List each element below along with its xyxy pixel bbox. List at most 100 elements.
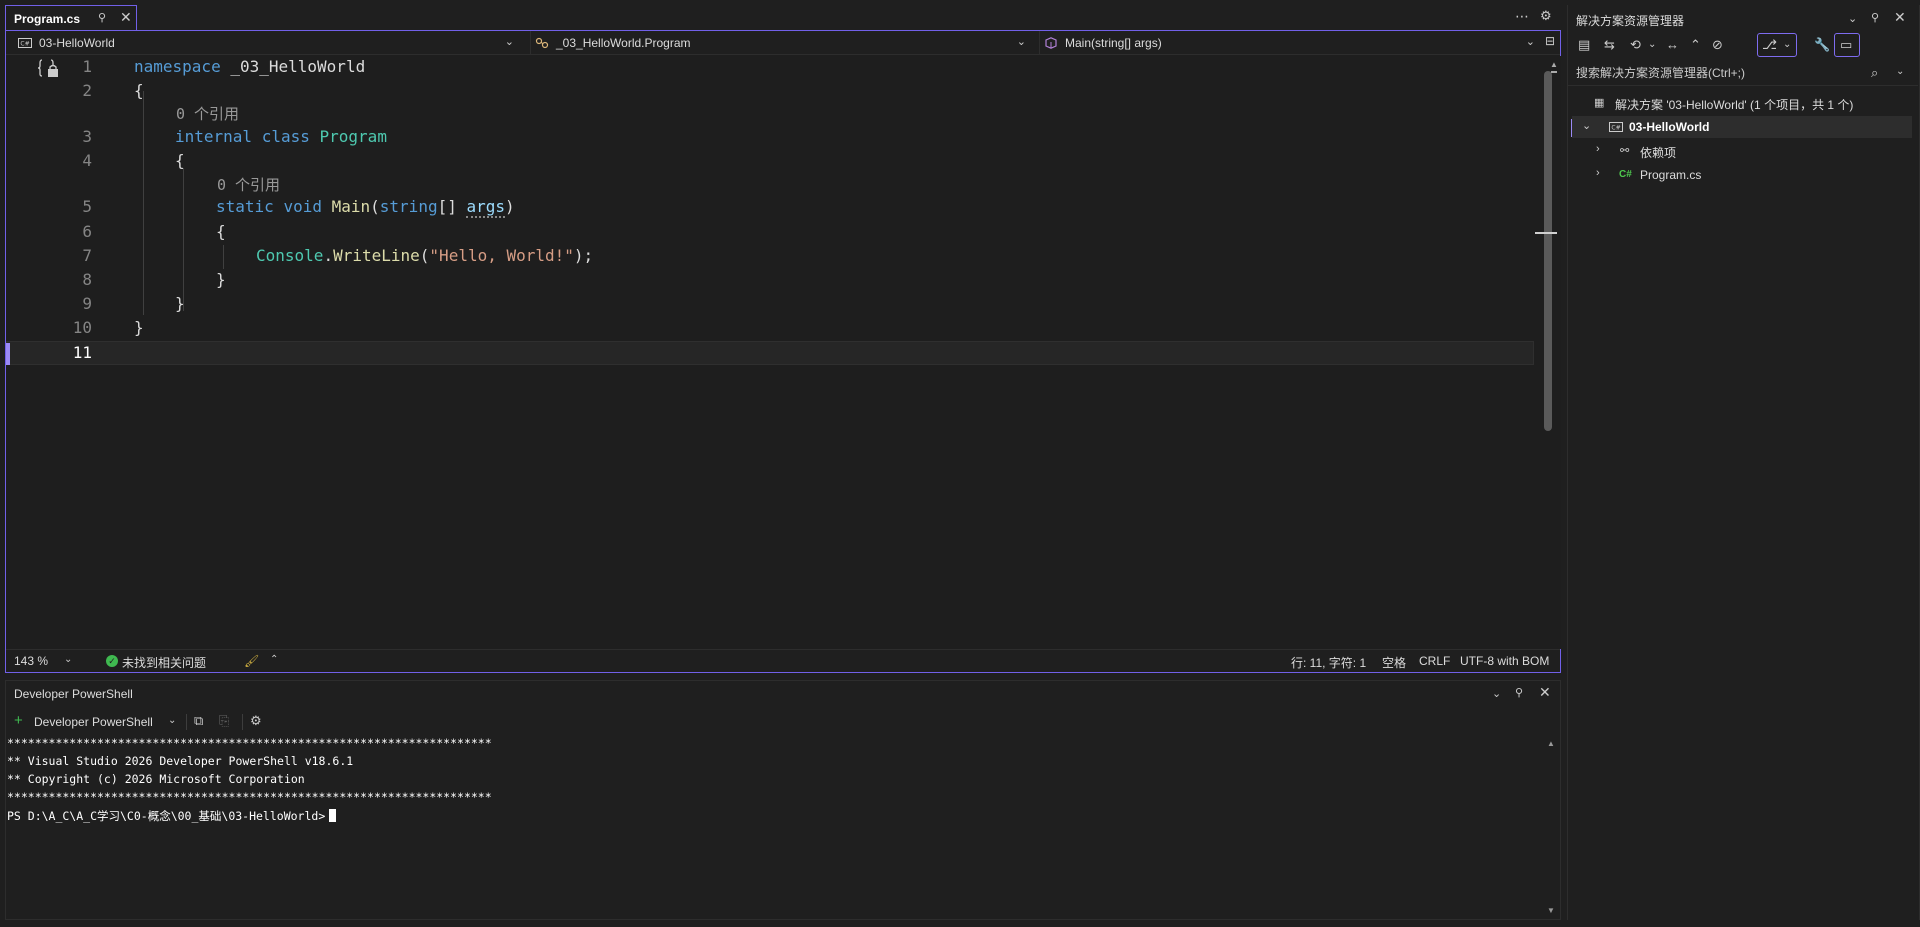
search-icon[interactable]: ⌕ xyxy=(1871,65,1878,81)
svg-text:C#: C# xyxy=(1611,125,1620,132)
check-circle-icon: ✓ xyxy=(106,655,118,667)
terminal-line: ****************************************… xyxy=(7,736,492,750)
file-encoding[interactable]: UTF-8 with BOM xyxy=(1460,654,1549,668)
solution-explorer-search: ⌕ ⌄ xyxy=(1568,61,1918,86)
chevron-down-icon[interactable]: ⌄ xyxy=(64,654,72,665)
csharp-file-icon: C# xyxy=(1619,169,1632,180)
indent-guide xyxy=(223,245,224,269)
tree-item-project[interactable]: ⌄ C# 03-HelloWorld xyxy=(1572,116,1912,138)
scroll-up-arrow-icon[interactable]: ▲ xyxy=(1547,739,1555,748)
terminal-line: ****************************************… xyxy=(7,790,492,804)
chevron-down-icon: ⌄ xyxy=(504,36,514,48)
switch-views-icon[interactable]: ▤ xyxy=(1578,37,1590,53)
expand-icon[interactable]: ↔ xyxy=(1666,37,1679,52)
terminal-prompt-line: PS D:\A_C\A_C学习\C0-概念\00_基础\03-HelloWorl… xyxy=(7,808,337,824)
sync-with-document-icon[interactable]: ⇆ xyxy=(1604,37,1615,53)
keyword: void xyxy=(283,197,322,216)
chevron-up-icon[interactable]: ⌃ xyxy=(270,654,278,665)
class-dropdown[interactable]: _03_HelloWorld.Program ⌄ xyxy=(530,31,1032,55)
line-ending[interactable]: CRLF xyxy=(1419,654,1450,668)
csharp-project-icon: C# xyxy=(1609,122,1623,132)
tree-item-label: 依赖项 xyxy=(1640,146,1677,160)
csharp-project-icon: C# xyxy=(18,38,32,48)
zoom-level[interactable]: 143 % xyxy=(14,654,48,668)
terminal-output[interactable]: ****************************************… xyxy=(6,734,1546,919)
codelens-references[interactable]: 0 个引用 xyxy=(217,174,280,195)
chevron-down-icon[interactable]: ⌄ xyxy=(1492,687,1501,700)
change-marker xyxy=(6,343,10,365)
chevron-right-icon[interactable]: › xyxy=(1596,143,1600,155)
toolbar-separator xyxy=(242,714,243,730)
indent-guide xyxy=(183,168,184,311)
filter-icon: ⎇ xyxy=(1762,37,1777,52)
tree-item-program-cs[interactable]: › C# Program.cs xyxy=(1572,164,1912,186)
pending-changes-icon[interactable]: ⟲ xyxy=(1630,37,1641,53)
code-line-8: } xyxy=(216,270,226,289)
search-input[interactable] xyxy=(1576,65,1876,81)
tree-item-label: Program.cs xyxy=(1640,168,1702,182)
split-window-icon[interactable]: ⊟ xyxy=(1545,34,1555,48)
filter-toggle[interactable]: ⎇ ⌄ xyxy=(1757,33,1797,57)
cursor-position[interactable]: 行: 11, 字符: 1 xyxy=(1291,654,1366,671)
keyword: static xyxy=(216,197,274,216)
show-all-files-icon[interactable]: ⊘ xyxy=(1712,37,1723,53)
code-line-4: { xyxy=(175,151,185,170)
more-options-icon[interactable]: ⋯ xyxy=(1515,8,1530,25)
keyword: namespace xyxy=(134,57,221,76)
add-terminal-icon[interactable]: + xyxy=(14,712,23,729)
tree-item-label: 解决方案 '03-HelloWorld' (1 个项目，共 1 个) xyxy=(1615,98,1854,112)
paste-icon[interactable]: ⎘ xyxy=(219,713,229,729)
chevron-down-icon: ⌄ xyxy=(1525,36,1535,48)
code-line-10: } xyxy=(134,318,144,337)
code-line-2: { xyxy=(134,81,144,100)
code-line-5: static void Main(string[] args) xyxy=(216,197,515,218)
issues-status[interactable]: 未找到相关问题 xyxy=(122,654,206,671)
keyword: string xyxy=(379,197,438,216)
tab-program-cs[interactable]: Program.cs ⚲ ✕ xyxy=(5,5,137,31)
preview-toggle[interactable]: ▭ xyxy=(1834,33,1860,57)
terminal-line: ** Visual Studio 2026 Developer PowerShe… xyxy=(7,754,354,768)
method-icon xyxy=(1045,37,1057,49)
readonly-lock-icon xyxy=(38,59,58,77)
parameter-name: args xyxy=(466,197,506,218)
codelens-references[interactable]: 0 个引用 xyxy=(176,103,239,124)
line-number: 7 xyxy=(82,246,92,265)
type-name: Console xyxy=(256,246,324,265)
chevron-down-icon[interactable]: ⌄ xyxy=(1582,119,1591,132)
properties-wrench-icon[interactable]: 🔧 xyxy=(1814,37,1830,53)
whitespace-mode[interactable]: 空格 xyxy=(1382,654,1406,671)
tree-item-solution[interactable]: ▦ 解决方案 '03-HelloWorld' (1 个项目，共 1 个) xyxy=(1572,92,1912,114)
tree-item-dependencies[interactable]: › ⚯ 依赖项 xyxy=(1572,140,1912,162)
code-cleanup-brush-icon[interactable]: 🖌 xyxy=(244,654,259,668)
project-dropdown[interactable]: C# 03-HelloWorld ⌄ xyxy=(18,31,520,55)
member-dropdown[interactable]: Main(string[] args) ⌄ xyxy=(1039,31,1541,55)
pin-icon[interactable]: ⚲ xyxy=(1871,11,1879,24)
shell-selector[interactable]: Developer PowerShell xyxy=(34,715,153,729)
line-number: 1 xyxy=(82,57,92,76)
scroll-down-arrow-icon[interactable]: ▼ xyxy=(1547,906,1555,915)
close-icon[interactable]: ✕ xyxy=(120,9,132,26)
terminal-prompt: PS D:\A_C\A_C学习\C0-概念\00_基础\03-HelloWorl… xyxy=(7,809,326,823)
collapse-all-icon[interactable]: ⌃ xyxy=(1690,37,1701,53)
chevron-down-icon[interactable]: ⌄ xyxy=(1848,12,1857,25)
scrollbar-thumb[interactable] xyxy=(1544,71,1552,431)
gear-icon[interactable]: ⚙ xyxy=(1540,8,1552,24)
indent-guide xyxy=(143,91,144,315)
gear-icon[interactable]: ⚙ xyxy=(250,713,262,729)
chevron-down-icon[interactable]: ⌄ xyxy=(1896,66,1904,77)
close-icon[interactable]: ✕ xyxy=(1539,684,1551,701)
editor-tab-strip xyxy=(0,0,1561,30)
terminal-title: Developer PowerShell xyxy=(14,687,133,701)
code-line-1: namespace _03_HelloWorld xyxy=(134,57,365,76)
chevron-down-icon[interactable]: ⌄ xyxy=(168,715,176,726)
chevron-right-icon[interactable]: › xyxy=(1596,167,1600,179)
dependencies-icon: ⚯ xyxy=(1620,145,1630,157)
scroll-up-arrow-icon[interactable]: ▲ xyxy=(1550,60,1558,69)
pin-icon[interactable]: ⚲ xyxy=(98,11,106,24)
close-icon[interactable]: ✕ xyxy=(1894,9,1906,26)
keyword: class xyxy=(261,127,310,146)
chevron-down-icon[interactable]: ⌄ xyxy=(1648,39,1656,50)
pin-icon[interactable]: ⚲ xyxy=(1515,686,1523,699)
terminal-vertical-scrollbar[interactable] xyxy=(1545,737,1559,918)
copy-icon[interactable]: ⧉ xyxy=(194,713,203,729)
